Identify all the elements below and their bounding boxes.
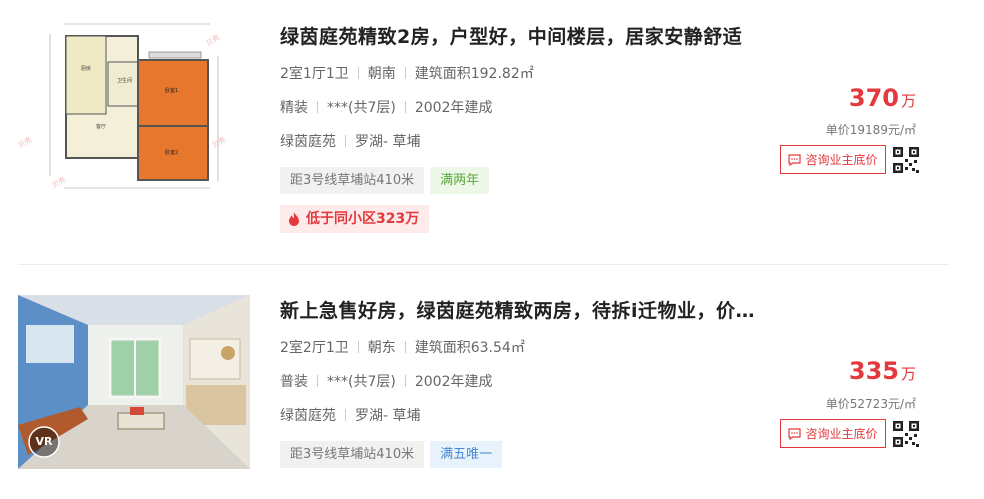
community-link[interactable]: 绿茵庭苑 — [280, 134, 336, 150]
svg-text:贝壳: 贝壳 — [51, 175, 68, 190]
svg-text:厨房: 厨房 — [81, 65, 91, 72]
separator — [404, 341, 406, 353]
decoration-text: 普装 — [280, 374, 308, 390]
layout-text: 2室1厅1卫 — [280, 66, 349, 82]
total-price: 335 万 — [849, 357, 916, 385]
decoration-text: 精装 — [280, 100, 308, 116]
separator — [317, 375, 318, 387]
listing-title[interactable]: 新上急售好房，绿茵庭苑精致两房，待拆i迁物业，价… — [280, 296, 755, 323]
separator — [357, 67, 359, 79]
svg-text:卧室2: 卧室2 — [165, 149, 178, 156]
orientation-text: 朝南 — [367, 66, 396, 82]
floorplan-image[interactable]: 厨房 卫生间 客厅 卧室1 卧室2 贝壳 贝壳 贝壳 贝壳 — [18, 16, 250, 190]
location-info: 绿茵庭苑 罗湖- 草埔 — [280, 405, 421, 425]
unit-price: 单价19189元/㎡ — [825, 123, 916, 137]
price-compare-badge: 低于同小区323万 — [280, 205, 430, 233]
svg-text:客厅: 客厅 — [96, 123, 106, 130]
listing-card[interactable]: 厨房 卫生间 客厅 卧室1 卧室2 贝壳 贝壳 贝壳 贝壳 绿茵庭苑精致2房，户… — [0, 0, 984, 265]
price-compare-text: 低于同小区323万 — [306, 211, 420, 227]
separator — [317, 101, 318, 113]
house-info: 2室2厅1卫 朝东 建筑面积63.54㎡ — [280, 337, 525, 357]
total-price-unit: 万 — [900, 92, 916, 110]
floor-text: ***(共7层) — [327, 100, 396, 116]
vr-badge[interactable]: VR — [32, 435, 56, 448]
separator — [345, 135, 346, 147]
consult-label: 咨询业主底价 — [805, 427, 878, 441]
svg-text:卧室1: 卧室1 — [165, 87, 178, 94]
separator — [404, 67, 406, 79]
unit-price: 单价52723元/㎡ — [825, 397, 916, 411]
district-link[interactable]: 罗湖- 草埔 — [355, 134, 421, 150]
svg-text:贝壳: 贝壳 — [205, 33, 222, 48]
area-text: 建筑面积192.82㎡ — [414, 66, 534, 82]
built-year-text: 2002年建成 — [414, 374, 493, 390]
orientation-text: 朝东 — [367, 340, 396, 356]
tax-tag: 满五唯一 — [430, 441, 503, 468]
area-text: 建筑面积63.54㎡ — [414, 340, 525, 356]
fire-icon — [289, 212, 299, 226]
building-info: 精装 ***(共7层) 2002年建成 — [280, 97, 492, 117]
separator — [345, 409, 346, 421]
chat-icon — [788, 427, 802, 440]
tax-tag: 满两年 — [430, 167, 490, 194]
separator — [404, 101, 406, 113]
svg-text:贝壳: 贝壳 — [18, 135, 33, 150]
listing-card[interactable]: VR 新上急售好房，绿茵庭苑精致两房，待拆i迁物业，价… 2室2厅1卫 朝东 建筑面… — [0, 265, 984, 499]
separator — [357, 341, 359, 353]
svg-text:卫生间: 卫生间 — [117, 77, 132, 84]
listing-title[interactable]: 绿茵庭苑精致2房，户型好，中间楼层，居家安静舒适 — [280, 22, 742, 49]
subway-tag: 距3号线草埔站410米 — [280, 167, 425, 194]
floor-text: ***(共7层) — [327, 374, 396, 390]
layout-text: 2室2厅1卫 — [280, 340, 349, 356]
total-price: 370 万 — [849, 84, 916, 112]
building-info: 普装 ***(共7层) 2002年建成 — [280, 371, 492, 391]
consult-label: 咨询业主底价 — [805, 153, 878, 167]
built-year-text: 2002年建成 — [414, 100, 493, 116]
qr-code-icon[interactable] — [893, 147, 919, 173]
subway-tag: 距3号线草埔站410米 — [280, 441, 425, 468]
room-photo[interactable]: VR — [18, 295, 250, 469]
svg-text:贝壳: 贝壳 — [211, 135, 228, 150]
tag-list: 距3号线草埔站410米 满两年 — [280, 167, 490, 194]
chat-icon — [788, 153, 802, 166]
consult-owner-button[interactable]: 咨询业主底价 — [780, 145, 886, 174]
location-info: 绿茵庭苑 罗湖- 草埔 — [280, 131, 421, 151]
tag-list: 距3号线草埔站410米 满五唯一 — [280, 441, 503, 468]
total-price-value: 335 — [848, 357, 899, 385]
house-info: 2室1厅1卫 朝南 建筑面积192.82㎡ — [280, 63, 534, 83]
qr-code-icon[interactable] — [893, 421, 919, 447]
total-price-unit: 万 — [900, 365, 916, 383]
consult-owner-button[interactable]: 咨询业主底价 — [780, 419, 886, 448]
district-link[interactable]: 罗湖- 草埔 — [355, 408, 421, 424]
total-price-value: 370 — [848, 84, 899, 112]
community-link[interactable]: 绿茵庭苑 — [280, 408, 336, 424]
separator — [404, 375, 406, 387]
